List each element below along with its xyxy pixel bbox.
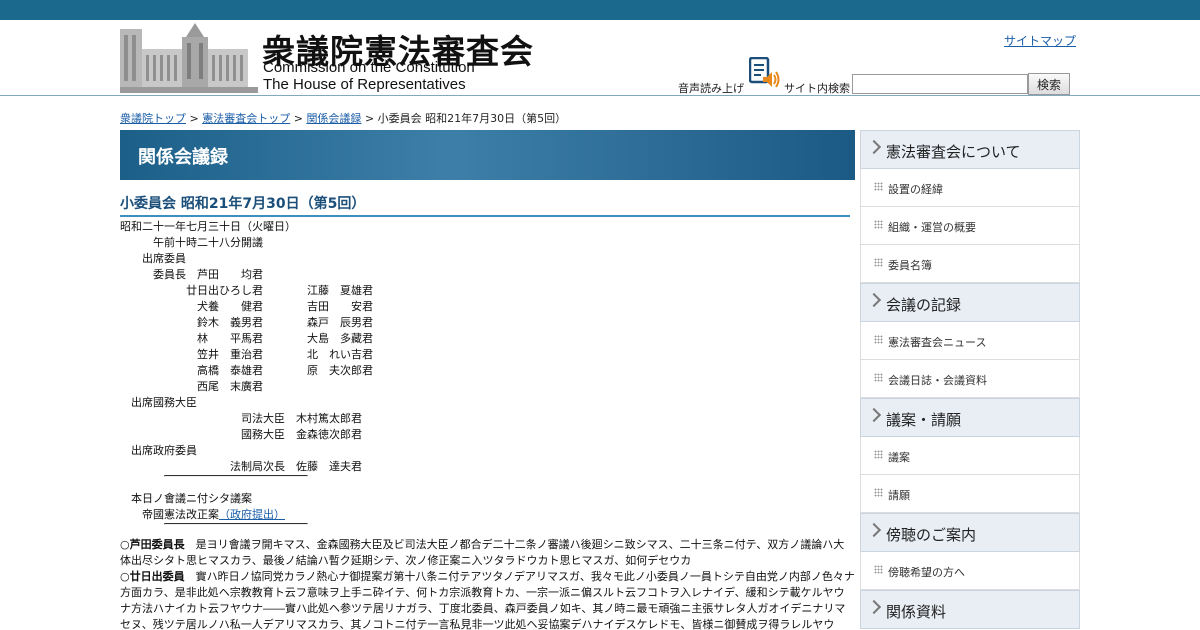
chevron-right-icon xyxy=(866,599,882,615)
breadcrumb-link-related-minutes[interactable]: 関係会議録 xyxy=(306,112,361,125)
minutes-line: 犬養 健君 吉田 安君 xyxy=(120,300,373,313)
minutes-body: 昭和二十一年七月三十日（火曜日） 午前十時二十八分開議 出席委員 委員長 芦田 … xyxy=(120,219,855,630)
sidebar-heading-about[interactable]: 憲法審査会について xyxy=(860,130,1080,169)
minutes-line: 出席國務大臣 xyxy=(120,396,197,409)
voice-read-label: 音声読み上げ xyxy=(678,82,744,95)
dotted-square-icon xyxy=(874,182,883,191)
sidebar-item-label: 設置の経緯 xyxy=(888,183,943,196)
sidebar-heading-visit[interactable]: 傍聴のご案内 xyxy=(860,513,1080,552)
sidebar-item-petitions[interactable]: 請願 xyxy=(860,475,1080,513)
minutes-line: 委員長 芦田 均君 xyxy=(120,268,263,281)
speech: ○廿日出委員 實ハ昨日ノ協同党カラノ熱心ナ御提案ガ第十八条ニ付テアツタノデアリマ… xyxy=(120,569,855,630)
site-logo[interactable]: 衆議院憲法審査会 Commission on the Constitution … xyxy=(120,23,540,95)
agenda-link-government-bill[interactable]: （政府提出） xyxy=(219,508,285,521)
breadcrumb-link-commission-top[interactable]: 憲法審査会トップ xyxy=(202,112,290,125)
page-title: 小委員会 昭和21年7月30日（第5回） xyxy=(120,193,850,217)
dotted-square-icon xyxy=(874,565,883,574)
chevron-right-icon xyxy=(866,292,882,308)
chevron-right-icon xyxy=(866,407,882,423)
divider xyxy=(164,523,308,525)
sidebar-item-establishment[interactable]: 設置の経緯 xyxy=(860,169,1080,207)
breadcrumb-separator: > xyxy=(364,112,375,125)
header: 衆議院憲法審査会 Commission on the Constitution … xyxy=(0,20,1200,96)
sidebar-item-label: 組織・運営の概要 xyxy=(888,221,976,234)
divider xyxy=(164,475,308,477)
speaker-name: ○芦田委員長 xyxy=(120,538,185,551)
sidebar-nav: 憲法審査会について 設置の経緯 組織・運営の概要 委員名簿 会議の記録 憲法審査… xyxy=(860,130,1080,630)
breadcrumb: 衆議院トップ > 憲法審査会トップ > 関係会議録 > 小委員会 昭和21年7月… xyxy=(120,110,566,126)
minutes-line: 高橋 泰雄君 原 夫次郎君 xyxy=(120,364,373,377)
agenda-item: 帝國憲法改正案 xyxy=(120,508,219,521)
sidebar-heading-label: 会議の記録 xyxy=(886,296,962,314)
minutes-line: 國務大臣 金森徳次郎君 xyxy=(120,428,362,441)
sidebar-item-journal[interactable]: 会議日誌・会議資料 xyxy=(860,360,1080,398)
dotted-square-icon xyxy=(874,373,883,382)
speaker-document-icon[interactable] xyxy=(748,56,781,89)
minutes-line: 鈴木 義男君 森戸 辰男君 xyxy=(120,316,373,329)
sidebar-item-news[interactable]: 憲法審査会ニュース xyxy=(860,322,1080,360)
top-bar xyxy=(0,0,1200,20)
sidebar-item-label: 議案 xyxy=(888,451,910,464)
dotted-square-icon xyxy=(874,335,883,344)
minutes-line: 廿日出ひろし君 江藤 夏雄君 xyxy=(120,284,373,297)
breadcrumb-separator: > xyxy=(293,112,303,125)
sidebar-item-label: 傍聴希望の方へ xyxy=(888,566,965,579)
minutes-line: 法制局次長 佐藤 達夫君 xyxy=(120,460,362,473)
sidebar-item-label: 委員名簿 xyxy=(888,259,932,272)
search-input[interactable] xyxy=(852,74,1028,94)
sidebar-item-label: 請願 xyxy=(888,489,910,502)
sidebar-heading-materials[interactable]: 関係資料 xyxy=(860,590,1080,629)
minutes-line: 林 平馬君 大島 多藏君 xyxy=(120,332,373,345)
minutes-line: 西尾 末廣君 xyxy=(120,380,263,393)
sidebar-heading-label: 関係資料 xyxy=(886,603,947,621)
sidebar-item-members[interactable]: 委員名簿 xyxy=(860,245,1080,283)
search-label: サイト内検索 xyxy=(784,82,850,95)
sidebar-item-label: 会議日誌・会議資料 xyxy=(888,374,987,387)
section-banner-title: 関係会議録 xyxy=(138,147,228,168)
speech: ○芦田委員長 是ヨリ會議ヲ開キマス、金森國務大臣及ビ司法大臣ノ都合デ二十二条ノ審… xyxy=(120,537,855,569)
sidebar-heading-records[interactable]: 会議の記録 xyxy=(860,283,1080,322)
sidebar-item-bills[interactable]: 議案 xyxy=(860,437,1080,475)
breadcrumb-separator: > xyxy=(189,112,199,125)
section-banner: 関係会議録 xyxy=(120,130,855,180)
sidebar-heading-bills[interactable]: 議案・請願 xyxy=(860,398,1080,437)
sidebar-item-label: 憲法審査会ニュース xyxy=(888,336,987,349)
agenda-heading: 本日ノ會議ニ付シタ議案 xyxy=(120,492,252,505)
minutes-line: 出席政府委員 xyxy=(120,444,197,457)
sidebar-item-visitors[interactable]: 傍聴希望の方へ xyxy=(860,552,1080,590)
sidebar-heading-label: 傍聴のご案内 xyxy=(886,526,977,544)
minutes-line: 出席委員 xyxy=(120,252,186,265)
dotted-square-icon xyxy=(874,220,883,229)
site-title-en-line2: The House of Representatives xyxy=(263,76,466,93)
diet-building-icon xyxy=(120,23,258,93)
sitemap-link[interactable]: サイトマップ xyxy=(1004,32,1076,49)
search-button[interactable]: 検索 xyxy=(1028,73,1070,95)
breadcrumb-current: 小委員会 昭和21年7月30日（第5回） xyxy=(377,112,567,125)
sidebar-heading-label: 憲法審査会について xyxy=(886,143,1021,161)
minutes-line: 午前十時二十八分開議 xyxy=(120,236,263,249)
dotted-square-icon xyxy=(874,450,883,459)
chevron-right-icon xyxy=(866,522,882,538)
site-title-en-line1: Commission on the Constitution xyxy=(263,59,475,76)
minutes-line: 司法大臣 木村篤太郎君 xyxy=(120,412,362,425)
dotted-square-icon xyxy=(874,258,883,267)
sidebar-item-organization[interactable]: 組織・運営の概要 xyxy=(860,207,1080,245)
dotted-square-icon xyxy=(874,488,883,497)
speaker-name: ○廿日出委員 xyxy=(120,570,185,583)
sidebar-heading-label: 議案・請願 xyxy=(886,411,962,429)
minutes-line: 笠井 重治君 北 れい吉君 xyxy=(120,348,373,361)
minutes-line: 昭和二十一年七月三十日（火曜日） xyxy=(120,220,296,233)
breadcrumb-link-shugiin-top[interactable]: 衆議院トップ xyxy=(120,112,186,125)
speech-text: 是ヨリ會議ヲ開キマス、金森國務大臣及ビ司法大臣ノ都合デ二十二条ノ審議ハ後廻シニ致… xyxy=(120,538,845,567)
speech-text: 實ハ昨日ノ協同党カラノ熱心ナ御提案ガ第十八条ニ付テアツタノデアリマスガ、我々モ此… xyxy=(120,570,855,630)
chevron-right-icon xyxy=(866,139,882,155)
